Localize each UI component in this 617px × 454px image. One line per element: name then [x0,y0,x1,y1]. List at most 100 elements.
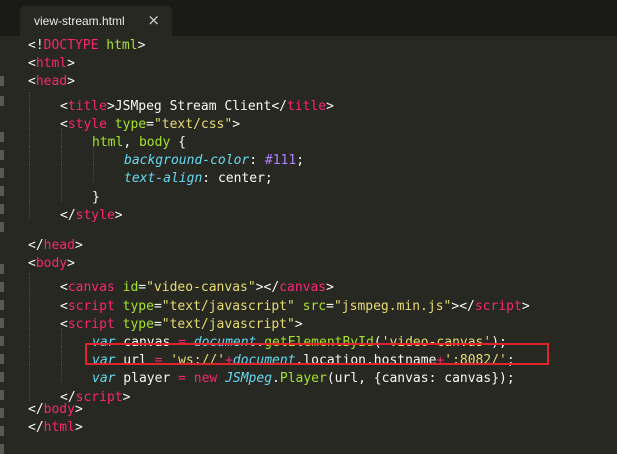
gutter-marker [0,76,4,86]
indent-guide [28,346,60,365]
indent-guide [28,382,60,401]
code-token: body [43,401,75,417]
code-line: <head> [28,73,530,91]
gutter-marker [0,264,4,274]
indent-guide [28,200,60,219]
code-line: } [28,182,530,205]
code-token: > [74,419,83,435]
indent-guide [60,164,92,183]
code-editor[interactable]: <!DOCTYPE html> <html> <head> <title>JSMpeg… [28,37,530,437]
code-token: > [137,38,146,53]
indent-guide [28,291,60,310]
code-line: </head> [28,237,530,255]
gutter-marker [0,132,4,142]
code-token: > [67,56,75,72]
code-token: . [272,371,280,387]
code-token: <! [28,38,44,53]
highlight-box [85,343,549,365]
code-token: = [178,371,186,387]
code-token: "jsmpeg.min.js" [333,298,452,314]
indent-guide [60,146,92,165]
gutter-marker [0,168,4,178]
code-token: </ [28,401,44,417]
code-token: > [232,116,241,132]
code-token: </ [28,419,44,435]
indent-guide [92,146,124,165]
code-line: </style> [28,200,530,223]
gutter-marker [0,372,4,382]
gutter-marker [0,150,4,160]
code-line: <script type="text/javascript" src="jsmp… [28,291,530,314]
indent-guide [60,182,92,201]
code-token: </ [28,238,44,254]
code-line: <html> [28,55,530,73]
code-token: new [193,371,218,387]
gutter-marker [0,444,4,454]
code-token: body [35,256,68,272]
indent-guide [28,127,60,146]
code-token: html [106,38,138,53]
code-token: > [67,74,75,90]
code-token: > [67,256,75,272]
indent-guide [28,273,60,292]
code-line: <body> [28,255,530,273]
code-line: html, body { [28,127,530,150]
code-token: script [474,298,522,314]
code-token: DOCTYPE [43,38,99,53]
code-token: Player [279,371,327,387]
indent-guide [60,364,92,383]
code-token: < [28,256,36,272]
code-token: > [521,298,530,314]
gutter-marker [0,186,4,196]
code-line: background-color: #111; [28,146,530,168]
code-token: ></ [451,298,475,314]
indent-guide [28,328,60,346]
indent-guide [60,127,92,146]
code-line: <!DOCTYPE html> [28,37,530,55]
code-token: > [114,207,123,223]
close-icon[interactable]: × [147,11,160,29]
indent-guide [28,309,60,328]
code-line: </html> [28,419,530,437]
code-token: > [74,238,83,254]
code-line: var player = new JSMpeg.Player(url, {can… [28,364,530,386]
code-token: text-align [124,171,203,187]
code-token: JSMpeg [225,371,273,387]
gutter-marker [0,300,4,310]
tab-title: view-stream.html [34,14,125,28]
indent-guide [28,182,60,201]
code-token: head [35,74,68,90]
code-token: < [28,56,36,72]
gutter-marker [0,282,4,292]
code-token: : [202,171,218,187]
code-token: html [35,56,68,72]
tab-bar: view-stream.html × [0,0,617,36]
code-token: > [122,389,131,405]
gutter-marker [0,336,4,346]
indent-guide [92,164,124,183]
code-token: title [286,98,327,114]
gutter-marker [0,408,4,418]
code-token: > [326,98,334,114]
code-token: > [74,401,83,417]
code-token: src [302,298,327,314]
code-line: <title>JSMpeg Stream Client</title> [28,91,530,114]
gutter [0,36,4,454]
indent-guide [28,91,60,110]
code-token: head [43,238,75,254]
code-token: (url, {canvas: canvas}); [326,371,515,387]
tab-view-stream[interactable]: view-stream.html × [20,6,172,36]
gutter-marker [0,204,4,214]
code-token: </ [60,207,76,223]
indent-guide [28,164,60,183]
code-token: ; [264,171,273,187]
code-token: = [326,298,334,314]
indent-guide [28,109,60,128]
code-token: < [28,74,36,90]
gutter-marker [0,318,4,328]
code-line: <canvas id="video-canvas"></canvas> [28,273,530,295]
gutter-marker [0,390,4,400]
code-token: center [217,171,265,187]
